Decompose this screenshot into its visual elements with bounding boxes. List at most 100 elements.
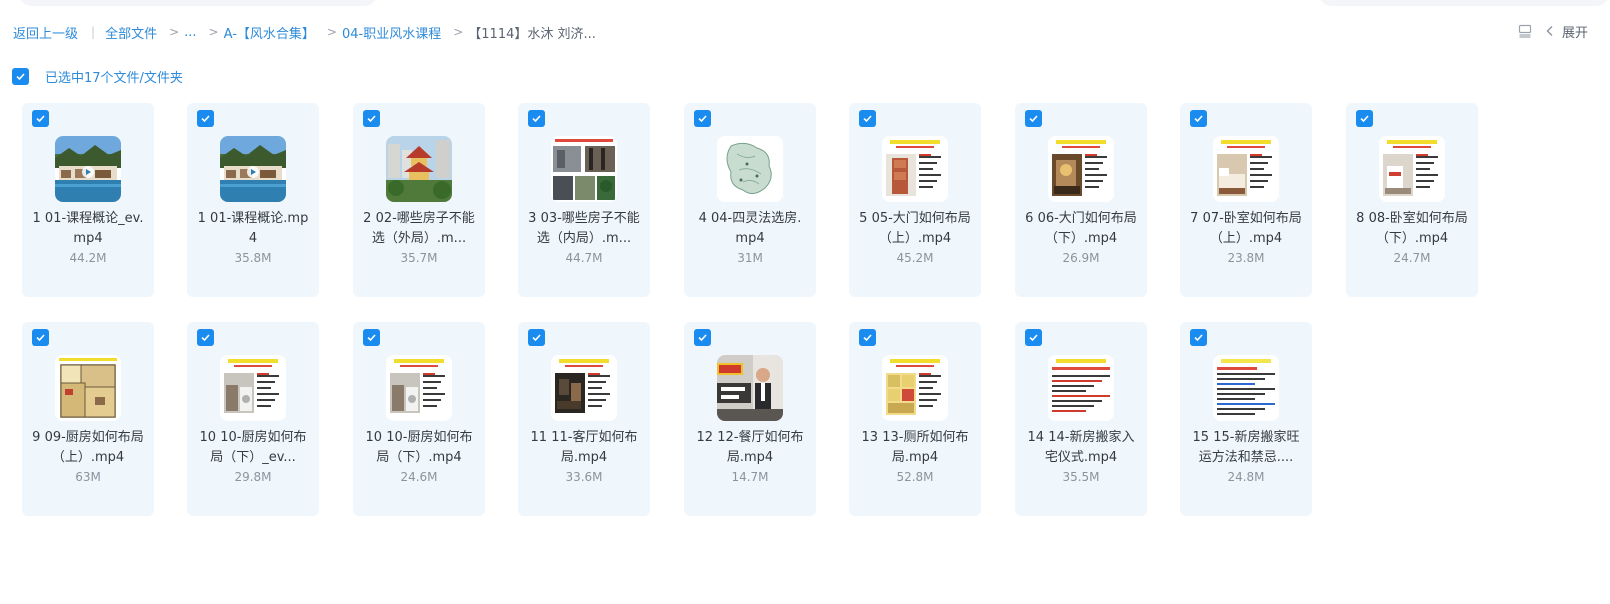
- file-card[interactable]: 12 12-餐厅如何布 局.mp4 14.7M: [684, 322, 816, 516]
- check-icon: [36, 334, 45, 342]
- file-card[interactable]: 9 09-厨房如何布局 （上）.mp4 63M: [22, 322, 154, 516]
- file-card[interactable]: 4 04-四灵法选房. mp4 31M: [684, 103, 816, 297]
- file-checkbox[interactable]: [1025, 329, 1042, 346]
- file-name[interactable]: 3 03-哪些房子不能 选（内局）.m...: [522, 209, 646, 249]
- file-name[interactable]: 13 13-厕所如何布 局.mp4: [853, 428, 977, 468]
- file-size: 35.8M: [234, 251, 272, 265]
- file-card[interactable]: 1 01-课程概论_ev. mp4 44.2M: [22, 103, 154, 297]
- thumbnail-image: [551, 136, 617, 202]
- file-card[interactable]: 3 03-哪些房子不能 选（内局）.m... 44.7M: [518, 103, 650, 297]
- thumbnail-image: [1048, 355, 1114, 421]
- file-size: 45.2M: [896, 251, 934, 265]
- thumbnail-image: [1379, 136, 1445, 202]
- file-name[interactable]: 11 11-客厅如何布 局.mp4: [522, 428, 646, 468]
- file-checkbox[interactable]: [197, 329, 214, 346]
- file-name-line1: 12 12-餐厅如何布: [696, 430, 804, 445]
- video-thumbnail[interactable]: [1213, 136, 1279, 202]
- file-name[interactable]: 15 15-新房搬家旺 运方法和禁忌....: [1184, 428, 1308, 468]
- file-name-line2: 局.mp4: [726, 450, 774, 465]
- video-thumbnail[interactable]: [882, 355, 948, 421]
- file-name[interactable]: 1 01-课程概论_ev. mp4: [26, 209, 150, 249]
- check-icon: [367, 334, 376, 342]
- file-checkbox[interactable]: [32, 110, 49, 127]
- file-checkbox[interactable]: [363, 110, 380, 127]
- file-name[interactable]: 14 14-新房搬家入 宅仪式.mp4: [1019, 428, 1143, 468]
- file-card[interactable]: 6 06-大门如何布局 （下）.mp4 26.9M: [1015, 103, 1147, 297]
- file-name-line1: 4 04-四灵法选房.: [698, 211, 802, 226]
- video-thumbnail[interactable]: [1213, 355, 1279, 421]
- file-checkbox[interactable]: [528, 110, 545, 127]
- file-name[interactable]: 10 10-厨房如何布 局（下）_ev...: [191, 428, 315, 468]
- check-icon: [367, 115, 376, 123]
- file-card[interactable]: 8 08-卧室如何布局 （下）.mp4 24.7M: [1346, 103, 1478, 297]
- thumbnail-image: [220, 136, 286, 202]
- video-thumbnail[interactable]: [717, 136, 783, 202]
- file-checkbox[interactable]: [528, 329, 545, 346]
- file-name[interactable]: 1 01-课程概论.mp 4: [191, 209, 315, 249]
- file-name[interactable]: 10 10-厨房如何布 局（下）.mp4: [357, 428, 481, 468]
- file-name-line2: 局（下）.mp4: [376, 450, 462, 465]
- file-name-line2: 局.mp4: [560, 450, 608, 465]
- file-checkbox[interactable]: [1356, 110, 1373, 127]
- file-checkbox[interactable]: [859, 329, 876, 346]
- thumbnail-image: [55, 355, 121, 421]
- file-card[interactable]: 1 01-课程概论.mp 4 35.8M: [187, 103, 319, 297]
- check-icon: [863, 334, 872, 342]
- file-name-line2: （上）.mp4: [878, 231, 952, 246]
- file-card[interactable]: 13 13-厕所如何布 局.mp4 52.8M: [849, 322, 981, 516]
- file-card[interactable]: 10 10-厨房如何布 局（下）_ev... 29.8M: [187, 322, 319, 516]
- file-name[interactable]: 5 05-大门如何布局 （上）.mp4: [853, 209, 977, 249]
- file-size: 35.7M: [400, 251, 438, 265]
- video-thumbnail[interactable]: [220, 355, 286, 421]
- file-size: 31M: [737, 251, 763, 265]
- file-name[interactable]: 6 06-大门如何布局 （下）.mp4: [1019, 209, 1143, 249]
- file-name[interactable]: 9 09-厨房如何布局 （上）.mp4: [26, 428, 150, 468]
- file-checkbox[interactable]: [694, 110, 711, 127]
- file-name-line2: 运方法和禁忌....: [1198, 450, 1294, 465]
- file-card[interactable]: 7 07-卧室如何布局 （上）.mp4 23.8M: [1180, 103, 1312, 297]
- file-card[interactable]: 14 14-新房搬家入 宅仪式.mp4 35.5M: [1015, 322, 1147, 516]
- thumbnail-image: [717, 136, 783, 202]
- video-thumbnail[interactable]: [386, 136, 452, 202]
- file-size: 63M: [75, 470, 101, 484]
- file-checkbox[interactable]: [197, 110, 214, 127]
- file-card[interactable]: 15 15-新房搬家旺 运方法和禁忌.... 24.8M: [1180, 322, 1312, 516]
- video-thumbnail[interactable]: [551, 355, 617, 421]
- video-thumbnail[interactable]: [551, 136, 617, 202]
- file-checkbox[interactable]: [32, 329, 49, 346]
- file-checkbox[interactable]: [1190, 110, 1207, 127]
- file-card[interactable]: 2 02-哪些房子不能 选（外局）.m... 35.7M: [353, 103, 485, 297]
- video-thumbnail[interactable]: [55, 355, 121, 421]
- video-thumbnail[interactable]: [1048, 136, 1114, 202]
- file-card[interactable]: 10 10-厨房如何布 局（下）.mp4 24.6M: [353, 322, 485, 516]
- file-name-line2: （下）.mp4: [1044, 231, 1118, 246]
- file-checkbox[interactable]: [694, 329, 711, 346]
- video-thumbnail[interactable]: [882, 136, 948, 202]
- check-icon: [1194, 334, 1203, 342]
- file-name[interactable]: 12 12-餐厅如何布 局.mp4: [688, 428, 812, 468]
- file-checkbox[interactable]: [1190, 329, 1207, 346]
- video-thumbnail[interactable]: [386, 355, 452, 421]
- video-thumbnail[interactable]: [1048, 355, 1114, 421]
- file-size: 14.7M: [731, 470, 769, 484]
- check-icon: [532, 115, 541, 123]
- file-name[interactable]: 4 04-四灵法选房. mp4: [688, 209, 812, 249]
- video-thumbnail[interactable]: [55, 136, 121, 202]
- file-size: 44.2M: [69, 251, 107, 265]
- video-thumbnail[interactable]: [717, 355, 783, 421]
- video-thumbnail[interactable]: [1379, 136, 1445, 202]
- file-name[interactable]: 7 07-卧室如何布局 （上）.mp4: [1184, 209, 1308, 249]
- check-icon: [201, 115, 210, 123]
- file-card[interactable]: 11 11-客厅如何布 局.mp4 33.6M: [518, 322, 650, 516]
- thumbnail-image: [1048, 136, 1114, 202]
- file-checkbox[interactable]: [363, 329, 380, 346]
- file-name[interactable]: 8 08-卧室如何布局 （下）.mp4: [1350, 209, 1474, 249]
- file-checkbox[interactable]: [1025, 110, 1042, 127]
- file-name[interactable]: 2 02-哪些房子不能 选（外局）.m...: [357, 209, 481, 249]
- video-thumbnail[interactable]: [220, 136, 286, 202]
- file-card[interactable]: 5 05-大门如何布局 （上）.mp4 45.2M: [849, 103, 981, 297]
- file-checkbox[interactable]: [859, 110, 876, 127]
- thumbnail-image: [55, 136, 121, 202]
- file-name-line2: 宅仪式.mp4: [1044, 450, 1118, 465]
- thumbnail-image: [551, 355, 617, 421]
